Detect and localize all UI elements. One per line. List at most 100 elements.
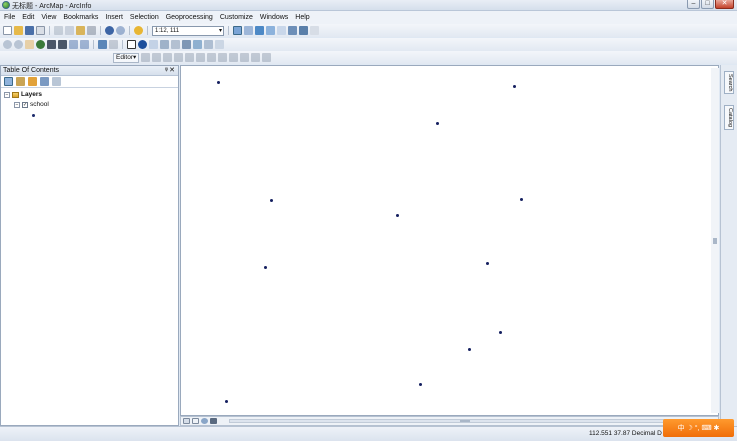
menu-windows[interactable]: Windows: [260, 14, 288, 21]
viewer-window-icon[interactable]: [215, 40, 224, 49]
catalog-dock-tab[interactable]: Catalog: [724, 105, 734, 130]
minimize-button[interactable]: –: [687, 0, 700, 9]
search-window-icon[interactable]: [266, 26, 275, 35]
school-point[interactable]: [513, 85, 516, 88]
arctoolbox-icon[interactable]: [277, 26, 286, 35]
table-of-contents-icon[interactable]: [244, 26, 253, 35]
school-point[interactable]: [270, 199, 273, 202]
fixed-zoom-out-icon[interactable]: [58, 40, 67, 49]
scrollbar-thumb[interactable]: [460, 420, 470, 422]
create-features-icon[interactable]: [262, 53, 272, 62]
maximize-button[interactable]: □: [701, 0, 714, 9]
edit-vertices-icon[interactable]: [185, 53, 195, 62]
collapse-icon[interactable]: −: [14, 101, 20, 108]
straight-segment-icon[interactable]: [163, 53, 173, 62]
school-point[interactable]: [419, 383, 422, 386]
menu-selection[interactable]: Selection: [130, 14, 159, 21]
options-icon[interactable]: [52, 77, 61, 86]
print-icon[interactable]: [36, 26, 45, 35]
sketch-properties-icon[interactable]: [251, 53, 261, 62]
menu-customize[interactable]: Customize: [220, 14, 253, 21]
open-folder-icon[interactable]: [14, 26, 23, 35]
data-view-icon[interactable]: [183, 418, 190, 424]
list-by-drawing-order-icon[interactable]: [4, 77, 13, 86]
trace-icon[interactable]: [174, 53, 184, 62]
cut-icon[interactable]: [54, 26, 63, 35]
zoom-out-icon[interactable]: [14, 40, 23, 49]
attributes-icon[interactable]: [240, 53, 250, 62]
python-window-icon[interactable]: [288, 26, 297, 35]
time-slider-icon[interactable]: [204, 40, 213, 49]
model-builder-icon[interactable]: [299, 26, 308, 35]
map-horizontal-scrollbar[interactable]: [229, 419, 715, 423]
pin-icon[interactable]: ᵠ: [165, 66, 168, 75]
new-document-icon[interactable]: [3, 26, 12, 35]
list-by-source-icon[interactable]: [16, 77, 25, 86]
identify-icon[interactable]: [138, 40, 147, 49]
clear-selection-icon[interactable]: [109, 40, 118, 49]
school-point[interactable]: [499, 331, 502, 334]
measure-icon[interactable]: [182, 40, 191, 49]
rotate-tool-icon[interactable]: [229, 53, 239, 62]
paste-icon[interactable]: [76, 26, 85, 35]
add-data-icon[interactable]: [134, 26, 143, 35]
school-point[interactable]: [468, 348, 471, 351]
select-elements-icon[interactable]: [127, 40, 136, 49]
cut-polygons-icon[interactable]: [207, 53, 217, 62]
html-popup-icon[interactable]: [149, 40, 158, 49]
reshape-feature-icon[interactable]: [196, 53, 206, 62]
menu-bookmarks[interactable]: Bookmarks: [63, 14, 98, 21]
search-dock-tab[interactable]: Search: [724, 71, 734, 95]
undo-icon[interactable]: [105, 26, 114, 35]
list-by-selection-icon[interactable]: [40, 77, 49, 86]
school-point[interactable]: [486, 262, 489, 265]
chevron-down-icon[interactable]: ▾: [219, 27, 222, 35]
close-button[interactable]: ✕: [715, 0, 734, 9]
pan-icon[interactable]: [25, 40, 34, 49]
list-by-visibility-icon[interactable]: [28, 77, 37, 86]
save-icon[interactable]: [25, 26, 34, 35]
back-extent-icon[interactable]: [69, 40, 78, 49]
forward-extent-icon[interactable]: [80, 40, 89, 49]
editor-toolbar-icon[interactable]: [233, 26, 242, 35]
pause-drawing-icon[interactable]: [210, 418, 217, 424]
split-tool-icon[interactable]: [218, 53, 228, 62]
map-view[interactable]: [180, 65, 719, 416]
editor-menu-button[interactable]: Editor▾: [113, 52, 140, 63]
collapse-icon[interactable]: −: [4, 91, 10, 98]
menu-insert[interactable]: Insert: [105, 14, 123, 21]
refresh-icon[interactable]: [201, 418, 208, 424]
ime-language-bar[interactable]: 中 ☽ °, ⌨ ✱: [663, 419, 734, 437]
tree-row-layers[interactable]: − Layers: [4, 91, 42, 98]
school-point[interactable]: [520, 198, 523, 201]
menu-help[interactable]: Help: [295, 14, 309, 21]
catalog-icon[interactable]: [255, 26, 264, 35]
select-features-icon[interactable]: [98, 40, 107, 49]
school-point[interactable]: [225, 400, 228, 403]
copy-icon[interactable]: [65, 26, 74, 35]
layout-view-icon[interactable]: [192, 418, 199, 424]
tree-row-school[interactable]: − ✓ school: [14, 101, 49, 108]
edit-annotation-icon[interactable]: [152, 53, 162, 62]
school-point[interactable]: [217, 81, 220, 84]
menu-edit[interactable]: Edit: [22, 14, 34, 21]
close-icon[interactable]: ✕: [169, 66, 175, 75]
zoom-in-icon[interactable]: [3, 40, 12, 49]
menu-geoprocessing[interactable]: Geoprocessing: [166, 14, 213, 21]
edit-tool-icon[interactable]: [141, 53, 151, 62]
delete-icon[interactable]: [87, 26, 96, 35]
go-to-xy-icon[interactable]: [171, 40, 180, 49]
whats-this-icon[interactable]: [310, 26, 319, 35]
full-extent-icon[interactable]: [36, 40, 45, 49]
menu-view[interactable]: View: [41, 14, 56, 21]
map-scale-input[interactable]: 1:12, 111 ▾: [152, 25, 224, 36]
scrollbar-thumb[interactable]: [713, 238, 717, 244]
school-point[interactable]: [264, 266, 267, 269]
hyperlink-icon[interactable]: [193, 40, 202, 49]
map-vertical-scrollbar[interactable]: [711, 68, 719, 413]
fixed-zoom-in-icon[interactable]: [47, 40, 56, 49]
layer-visibility-checkbox[interactable]: ✓: [22, 101, 28, 108]
menu-file[interactable]: File: [4, 14, 15, 21]
redo-icon[interactable]: [116, 26, 125, 35]
school-point[interactable]: [436, 122, 439, 125]
